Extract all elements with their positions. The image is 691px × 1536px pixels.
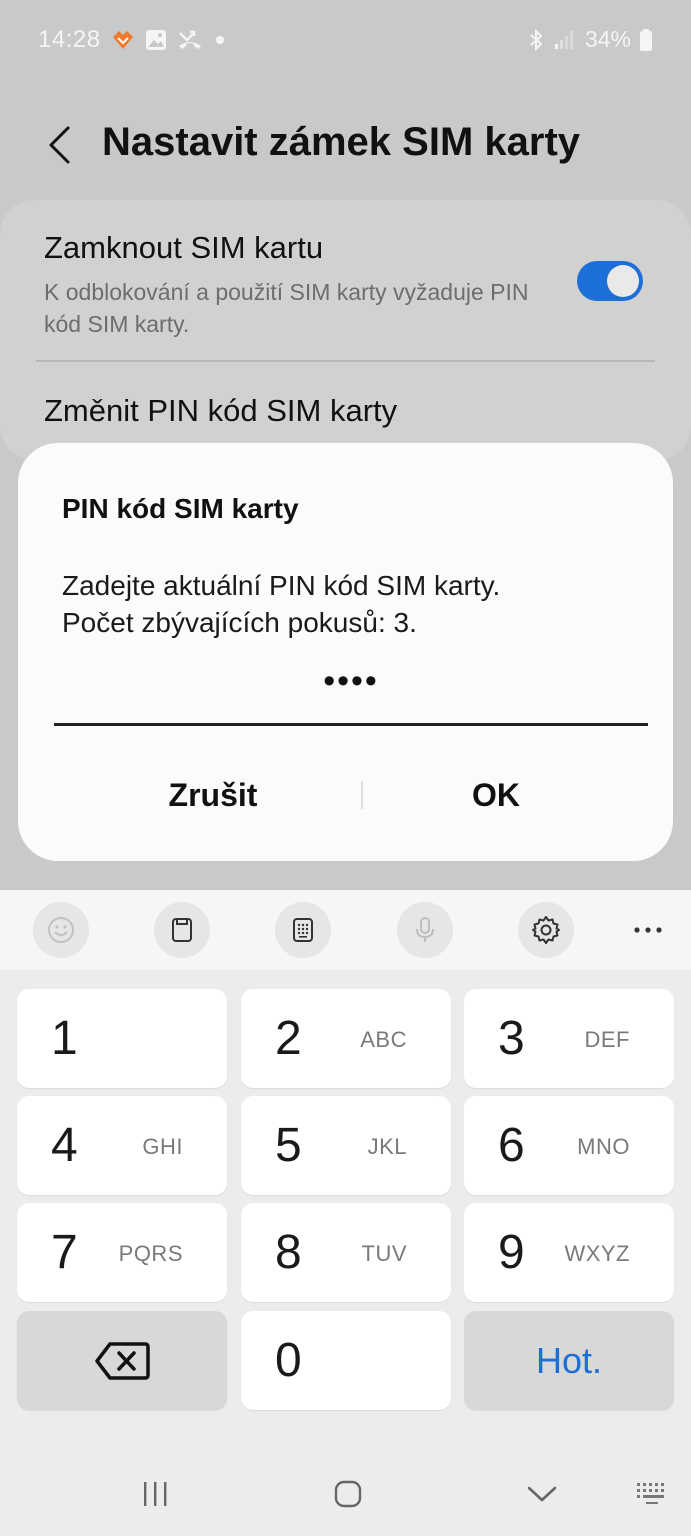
divider xyxy=(36,360,655,362)
signal-icon xyxy=(553,29,577,51)
more-button[interactable] xyxy=(620,902,676,958)
bluetooth-icon xyxy=(527,28,545,52)
key-7[interactable]: 7 PQRS xyxy=(17,1203,227,1302)
back-arrow-icon xyxy=(49,126,70,164)
key-3[interactable]: 3 DEF xyxy=(464,989,674,1088)
key-letters: TUV xyxy=(361,1241,407,1266)
cancel-button[interactable]: Zrušit xyxy=(48,757,378,833)
page-title: Nastavit zámek SIM karty xyxy=(102,120,581,164)
key-digit: 8 xyxy=(275,1226,302,1279)
dialog-message-line1: Zadejte aktuální PIN kód SIM karty. xyxy=(62,570,501,601)
emoji-icon xyxy=(48,917,74,943)
navigation-bar xyxy=(0,1450,691,1536)
keypad-button[interactable] xyxy=(275,902,331,958)
header: Nastavit zámek SIM karty xyxy=(0,100,691,190)
lock-sim-toggle[interactable] xyxy=(577,261,643,301)
lock-sim-description: K odblokování a použití SIM karty vyžadu… xyxy=(44,279,529,337)
pin-masked-value: •••• xyxy=(323,662,379,700)
missed-call-icon xyxy=(177,29,203,51)
ok-button[interactable]: OK xyxy=(364,757,628,833)
dialog-buttons: Zrušit OK xyxy=(18,757,673,833)
app-notification-icon xyxy=(111,29,135,51)
dialog-title: PIN kód SIM karty xyxy=(62,493,299,524)
key-4[interactable]: 4 GHI xyxy=(17,1096,227,1195)
key-letters: PQRS xyxy=(118,1241,183,1266)
more-icon xyxy=(634,927,662,933)
change-pin-item[interactable]: Změnit PIN kód SIM karty xyxy=(44,393,397,429)
key-1[interactable]: 1 xyxy=(17,989,227,1088)
battery-percent: 34% xyxy=(584,26,631,52)
key-digit: 3 xyxy=(498,1012,525,1065)
key-letters: ABC xyxy=(360,1027,407,1052)
key-6[interactable]: 6 MNO xyxy=(464,1096,674,1195)
dot-icon xyxy=(213,33,227,47)
key-9[interactable]: 9 WXYZ xyxy=(464,1203,674,1302)
recent-apps-button[interactable] xyxy=(125,1472,185,1516)
key-letters: WXYZ xyxy=(564,1241,630,1266)
status-left: 14:28 xyxy=(38,26,227,54)
dialog-message: Zadejte aktuální PIN kód SIM karty. Poče… xyxy=(62,567,642,641)
microphone-icon xyxy=(416,917,434,942)
backspace-key[interactable] xyxy=(17,1311,227,1410)
pin-underline xyxy=(54,723,648,726)
key-letters: DEF xyxy=(584,1027,630,1052)
key-digit: 2 xyxy=(275,1012,302,1065)
keypad-icon xyxy=(293,918,313,942)
pin-dialog: PIN kód SIM karty Zadejte aktuální PIN k… xyxy=(18,443,673,861)
settings-card: Zamknout SIM kartu K odblokování a použi… xyxy=(0,200,691,460)
key-digit: 1 xyxy=(51,1012,78,1065)
battery-icon xyxy=(639,28,653,52)
toggle-knob xyxy=(607,265,639,297)
key-5[interactable]: 5 JKL xyxy=(241,1096,451,1195)
keyboard-switch-button[interactable] xyxy=(622,1472,682,1516)
clipboard-button[interactable] xyxy=(154,902,210,958)
numeric-keyboard: 1 2 ABC 3 DEF 4 GHI 5 JKL 6 MNO 7 PQRS 8… xyxy=(0,890,691,1536)
key-2[interactable]: 2 ABC xyxy=(241,989,451,1088)
emoji-button[interactable] xyxy=(33,902,89,958)
keyboard-switch-icon xyxy=(637,1483,664,1504)
backspace-wrap xyxy=(17,1311,227,1410)
status-right: 34% xyxy=(527,26,653,53)
home-icon xyxy=(334,1480,362,1508)
key-digit: 6 xyxy=(498,1119,525,1172)
home-button[interactable] xyxy=(318,1472,378,1516)
keyboard-toolbar xyxy=(0,890,691,970)
dialog-message-line2: Počet zbývajících pokusů: 3. xyxy=(62,607,417,638)
key-0[interactable]: 0 xyxy=(241,1311,451,1410)
key-digit: 5 xyxy=(275,1119,302,1172)
pin-input[interactable]: •••• xyxy=(54,661,648,727)
settings-gear-icon xyxy=(532,916,560,944)
done-label: Hot. xyxy=(535,1339,603,1381)
key-digit: 0 xyxy=(275,1334,302,1387)
status-time: 14:28 xyxy=(38,26,101,53)
key-digit: 9 xyxy=(498,1226,525,1279)
backspace-icon xyxy=(95,1341,150,1380)
clipboard-icon xyxy=(172,918,192,942)
microphone-button[interactable] xyxy=(397,902,453,958)
key-letters: JKL xyxy=(367,1134,407,1159)
key-8[interactable]: 8 TUV xyxy=(241,1203,451,1302)
back-chevron-icon xyxy=(527,1486,557,1502)
key-digit: 4 xyxy=(51,1119,78,1172)
recent-apps-icon xyxy=(144,1482,167,1506)
settings-button[interactable] xyxy=(518,902,574,958)
done-key[interactable]: Hot. xyxy=(464,1311,674,1410)
key-letters: MNO xyxy=(577,1134,630,1159)
key-digit: 7 xyxy=(51,1226,78,1279)
back-nav-button[interactable] xyxy=(512,1472,572,1516)
lock-sim-title[interactable]: Zamknout SIM kartu xyxy=(44,230,323,266)
back-button[interactable] xyxy=(36,118,82,172)
button-separator xyxy=(361,781,363,809)
key-letters: GHI xyxy=(142,1134,183,1159)
status-bar: 14:28 34% xyxy=(0,0,691,80)
gallery-icon xyxy=(145,29,167,51)
